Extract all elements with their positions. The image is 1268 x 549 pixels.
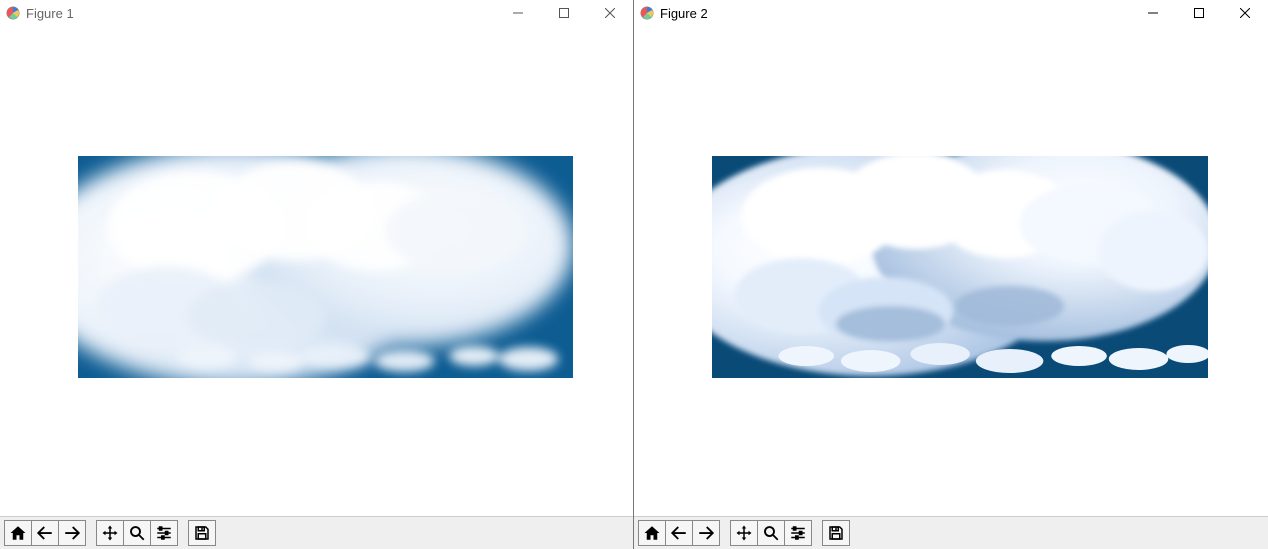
pan-button[interactable] [730, 520, 758, 546]
window-title: Figure 2 [660, 6, 708, 21]
figure-window-1: Figure 1 [0, 0, 634, 549]
matplotlib-icon [640, 6, 654, 20]
image-plot [78, 156, 573, 378]
forward-button[interactable] [58, 520, 86, 546]
back-button[interactable] [31, 520, 59, 546]
nav-toolbar [0, 516, 633, 549]
window-title: Figure 1 [26, 6, 74, 21]
save-button[interactable] [822, 520, 850, 546]
zoom-button[interactable] [757, 520, 785, 546]
configure-button[interactable] [784, 520, 812, 546]
titlebar[interactable]: Figure 2 [634, 0, 1268, 26]
canvas-area[interactable] [0, 26, 633, 516]
pan-button[interactable] [96, 520, 124, 546]
image-plot [712, 156, 1208, 378]
maximize-button[interactable] [541, 0, 587, 26]
configure-button[interactable] [150, 520, 178, 546]
nav-toolbar [634, 516, 1268, 549]
home-button[interactable] [4, 520, 32, 546]
zoom-button[interactable] [123, 520, 151, 546]
minimize-button[interactable] [495, 0, 541, 26]
window-controls [495, 0, 633, 26]
canvas-area[interactable] [634, 26, 1268, 516]
figure-window-2: Figure 2 [634, 0, 1268, 549]
titlebar[interactable]: Figure 1 [0, 0, 633, 26]
home-button[interactable] [638, 520, 666, 546]
close-button[interactable] [1222, 0, 1268, 26]
back-button[interactable] [665, 520, 693, 546]
window-controls [1130, 0, 1268, 26]
minimize-button[interactable] [1130, 0, 1176, 26]
matplotlib-icon [6, 6, 20, 20]
close-button[interactable] [587, 0, 633, 26]
maximize-button[interactable] [1176, 0, 1222, 26]
forward-button[interactable] [692, 520, 720, 546]
save-button[interactable] [188, 520, 216, 546]
